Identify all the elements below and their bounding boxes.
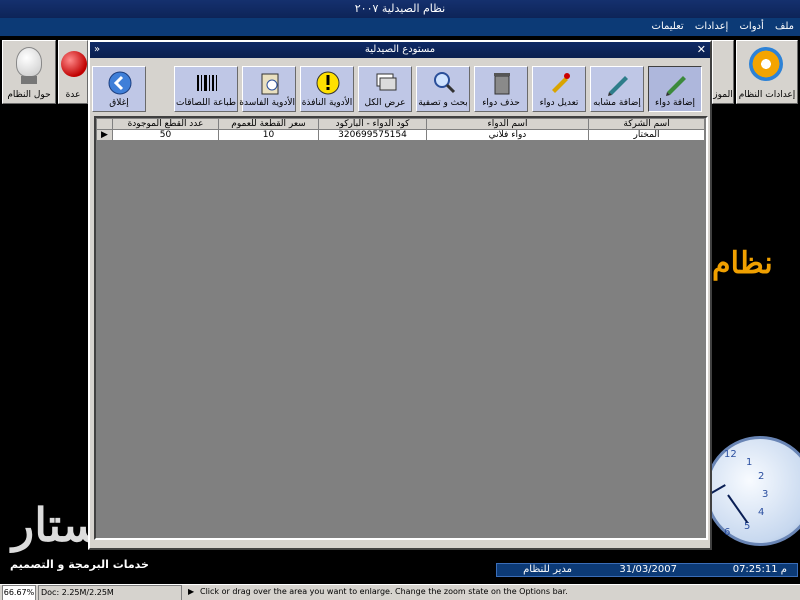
delete-medicine-label: حذف دواء bbox=[482, 98, 520, 108]
pharmacy-warehouse-dialog: » مستودع الصيدلية ✕ إضافة دواء إضافة مشا… bbox=[88, 40, 712, 550]
clock-minute-hand bbox=[727, 494, 749, 524]
system-settings-button[interactable]: إعدادات النظام bbox=[736, 40, 798, 104]
edit-medicine-button[interactable]: تعديل دواء bbox=[532, 66, 586, 112]
status-strip: 07:25:11 م 31/03/2007 مدير للنظام bbox=[496, 563, 798, 577]
expired-medicines-button[interactable]: الأدوية الفاسدة bbox=[239, 66, 296, 112]
brand-text: نظام bbox=[712, 246, 773, 281]
clock-num-4: 4 bbox=[758, 507, 765, 518]
table-row[interactable]: ▶ 50 10 320699575154 دواء فلاني المختار bbox=[96, 129, 705, 141]
menu-help[interactable]: تعليمات bbox=[652, 21, 684, 32]
logo-caption: خدمات البرمجة و التصميم bbox=[10, 558, 149, 571]
valid-medicines-label: الأدوية النافذة bbox=[301, 98, 353, 108]
pin-icon[interactable]: » bbox=[94, 42, 100, 58]
col-company[interactable]: اسم الشركة bbox=[588, 118, 705, 130]
medicines-table: عدد القطع الموجودة سعر القطعة للعموم كود… bbox=[96, 118, 705, 141]
add-similar-label: إضافة مشابه bbox=[593, 98, 641, 108]
status-time: 07:25:11 م bbox=[732, 564, 787, 575]
analog-clock: 12 1 2 3 4 5 6 bbox=[705, 436, 800, 546]
show-all-button[interactable]: عرض الكل bbox=[358, 66, 412, 112]
menu-tools[interactable]: أدوات bbox=[740, 21, 764, 32]
clock-num-2: 2 bbox=[758, 471, 765, 482]
back-arrow-icon bbox=[108, 71, 132, 95]
bottom-status-bar: 66.67% Doc: 2.25M/2.25M ▶ Click or drag … bbox=[0, 584, 800, 600]
edit-medicine-label: تعديل دواء bbox=[539, 98, 579, 108]
search-filter-button[interactable]: بحث و تصفية bbox=[416, 66, 470, 112]
pen-similar-icon bbox=[608, 76, 628, 96]
magnifier-icon bbox=[434, 72, 456, 94]
close-dialog-button[interactable]: إغلاق bbox=[92, 66, 146, 112]
clock-num-6: 6 bbox=[724, 527, 731, 538]
search-filter-label: بحث و تصفية bbox=[418, 98, 468, 108]
status-message: Click or drag over the area you want to … bbox=[200, 587, 568, 596]
dialog-title-bar: » مستودع الصيدلية ✕ bbox=[90, 42, 710, 58]
partial-right-label: الموز bbox=[713, 90, 733, 100]
menu-settings[interactable]: إعدادات bbox=[695, 21, 728, 32]
status-user: مدير للنظام bbox=[523, 564, 572, 575]
app-title-bar: نظام الصيدلية ٢٠٠٧ bbox=[0, 0, 800, 18]
app-title: نظام الصيدلية ٢٠٠٧ bbox=[354, 2, 446, 15]
menu-file[interactable]: ملف bbox=[775, 21, 794, 32]
expired-medicines-label: الأدوية الفاسدة bbox=[239, 98, 295, 108]
cell-price[interactable]: 10 bbox=[218, 129, 319, 141]
cell-barcode[interactable]: 320699575154 bbox=[318, 129, 427, 141]
about-label: حول النظام bbox=[7, 90, 51, 100]
cell-medicine-name[interactable]: دواء فلاني bbox=[426, 129, 589, 141]
dialog-title: مستودع الصيدلية bbox=[364, 44, 436, 55]
lightbulb-base bbox=[21, 76, 37, 84]
barcode-icon bbox=[197, 75, 217, 91]
zoom-level[interactable]: 66.67% bbox=[2, 585, 36, 600]
cell-quantity[interactable]: 50 bbox=[112, 129, 219, 141]
col-quantity[interactable]: عدد القطع الموجودة bbox=[112, 118, 219, 130]
trash-icon bbox=[494, 73, 510, 95]
row-selector[interactable]: ▶ bbox=[96, 129, 113, 141]
clock-num-3: 3 bbox=[762, 489, 769, 500]
add-medicine-button[interactable]: إضافة دواء bbox=[648, 66, 702, 112]
add-medicine-label: إضافة دواء bbox=[655, 98, 695, 108]
print-labels-button[interactable]: طباعة اللصاقات bbox=[174, 66, 238, 112]
doc-size: Doc: 2.25M/2.25M bbox=[38, 585, 182, 600]
cell-company[interactable]: المختار bbox=[588, 129, 705, 141]
medicines-grid: عدد القطع الموجودة سعر القطعة للعموم كود… bbox=[94, 116, 708, 540]
partial-button[interactable]: عدة bbox=[58, 40, 88, 104]
stack-icon bbox=[376, 73, 397, 91]
lightbulb-icon bbox=[16, 47, 42, 77]
table-header: عدد القطع الموجودة سعر القطعة للعموم كود… bbox=[96, 118, 705, 130]
clock-num-1: 1 bbox=[746, 457, 753, 468]
delete-medicine-button[interactable]: حذف دواء bbox=[474, 66, 528, 112]
col-medicine-name[interactable]: اسم الدواء bbox=[426, 118, 589, 130]
show-all-label: عرض الكل bbox=[364, 98, 406, 108]
col-barcode[interactable]: كود الدواء - الباركود bbox=[318, 118, 427, 130]
clipboard-icon bbox=[261, 73, 279, 95]
red-ball-icon bbox=[61, 51, 87, 77]
col-price[interactable]: سعر القطعة للعموم bbox=[218, 118, 319, 130]
edit-pencil-icon bbox=[552, 73, 570, 93]
partial-label: عدة bbox=[65, 90, 81, 100]
system-settings-label: إعدادات النظام bbox=[738, 90, 796, 100]
partial-right-button[interactable]: الموز bbox=[712, 40, 734, 104]
row-selector-header bbox=[96, 118, 113, 130]
status-date: 31/03/2007 bbox=[619, 564, 677, 575]
valid-medicines-button[interactable]: الأدوية النافذة bbox=[300, 66, 354, 112]
pen-add-icon bbox=[666, 76, 686, 96]
about-button[interactable]: حول النظام bbox=[2, 40, 56, 104]
clock-num-12: 12 bbox=[724, 449, 737, 460]
print-labels-label: طباعة اللصاقات bbox=[176, 98, 236, 108]
dialog-toolbar: إضافة دواء إضافة مشابه تعديل دواء حذف دو… bbox=[92, 62, 706, 114]
close-dialog-label: إغلاق bbox=[109, 98, 129, 108]
menu-bar: ملف أدوات إعدادات تعليمات bbox=[0, 18, 800, 36]
warning-icon bbox=[316, 71, 340, 95]
add-similar-button[interactable]: إضافة مشابه bbox=[590, 66, 644, 112]
play-arrow-icon[interactable]: ▶ bbox=[188, 585, 194, 599]
gear-icon bbox=[749, 47, 783, 81]
close-icon[interactable]: ✕ bbox=[697, 42, 706, 58]
